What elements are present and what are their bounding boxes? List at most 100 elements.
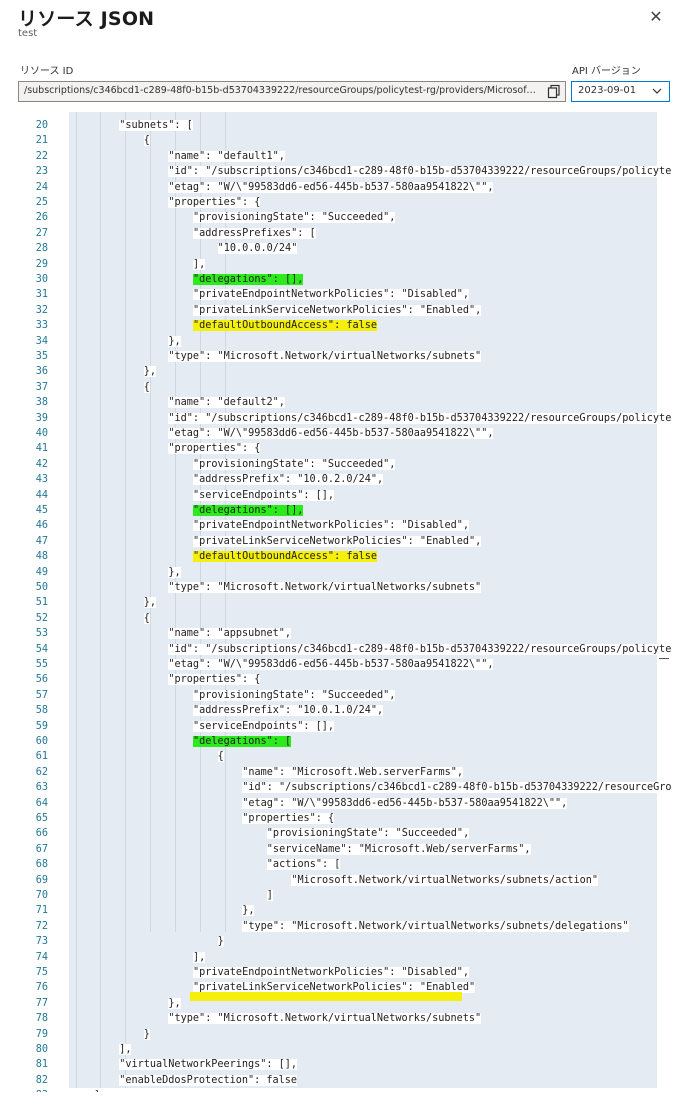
line-number: 53 (35, 628, 48, 640)
line-number: 23 (35, 166, 48, 178)
line-number: 65 (35, 813, 48, 824)
code-text: "provisioningState": "Succeeded", (193, 689, 396, 701)
line-number: 48 (35, 551, 48, 563)
code-text: "etag": "W/\"99583dd6-ed56-445b-b537-580… (168, 428, 494, 439)
code-text: "subnets": [ (119, 120, 193, 131)
editor-scrollbar[interactable] (657, 112, 667, 1088)
code-line: 51}, (0, 595, 657, 610)
code-line: 57 "provisioningState": "Succeeded", (0, 688, 657, 703)
line-number: 24 (35, 181, 48, 193)
copy-icon[interactable] (546, 84, 562, 99)
code-text: "virtualNetworkPeerings": [], (119, 1059, 298, 1071)
code-text: "privateLinkServiceNetworkPolicies": "En… (193, 304, 482, 316)
code-text: ], (193, 951, 206, 963)
code-line: 23 "id": "/subscriptions/c346bcd1-c289-48… (0, 164, 672, 179)
code-line: 42 "provisioningState": "Succeeded", (0, 457, 657, 472)
line-number: 44 (35, 489, 48, 501)
code-line: 80], (0, 1042, 657, 1057)
highlighted-code-text: "defaultOutboundAccess": false (193, 320, 378, 332)
code-text: { (143, 135, 150, 147)
line-number: 36 (35, 366, 48, 378)
code-line: 41 "properties": { (0, 441, 657, 456)
code-line: 83} (0, 1088, 657, 1092)
code-line: 28 "10.0.0.0/24" (0, 241, 657, 256)
json-editor[interactable]: 20 "subnets": [ 21 {22 "name": "default1", 23… (0, 112, 676, 1092)
code-text: "properties": { (242, 813, 335, 824)
close-button[interactable]: ✕ (645, 6, 667, 28)
code-text: "properties": { (168, 443, 261, 455)
line-number: 83 (0, 1088, 48, 1092)
code-line: 36}, (0, 364, 657, 379)
code-line: 72 "type": "Microsoft.Network/virtualNetw… (0, 919, 657, 934)
code-text: "id": "/subscriptions/c346bcd1-c289-48f0… (168, 643, 672, 655)
line-number: 72 (35, 920, 48, 932)
code-line: 58 "addressPrefix": "10.0.1.0/24", (0, 703, 657, 718)
line-number: 58 (35, 705, 48, 717)
code-line: 45 "delegations": [], (0, 503, 657, 518)
line-number: 63 (35, 782, 48, 794)
code-text: ], (119, 1044, 132, 1055)
code-line: 62 "name": "Microsoft.Web.serverFarms", (0, 765, 657, 780)
code-line: 69 "Microsoft.Network/virtualNetworks/sub… (0, 873, 657, 888)
line-number: 20 (35, 120, 48, 131)
code-line: 73} (0, 934, 657, 949)
code-text: "name": "default1", (168, 150, 285, 162)
code-line: 47 "privateLinkServiceNetworkPolicies": "… (0, 534, 657, 549)
resource-id-field[interactable]: /subscriptions/c346bcd1-c289-48f0-b15b-d… (18, 81, 566, 102)
code-text: "addressPrefix": "10.0.2.0/24", (193, 474, 384, 486)
line-number: 59 (35, 720, 48, 732)
code-line: 52 { (0, 611, 657, 626)
code-text: { (143, 381, 150, 393)
line-number: 62 (35, 766, 48, 778)
code-line: 82 "enableDdosProtection": false (0, 1073, 657, 1088)
code-line: 44 "serviceEndpoints": [], (0, 488, 657, 503)
line-number: 30 (35, 274, 48, 285)
chevron-down-icon (652, 88, 662, 94)
line-number: 34 (35, 335, 48, 347)
code-line: 68 "actions": [ (0, 857, 657, 872)
code-line: 59 "serviceEndpoints": [], (0, 719, 657, 734)
api-version-select[interactable]: 2023-09-01 (571, 81, 670, 102)
line-number: 77 (35, 997, 48, 1009)
code-line: 25 "properties": { (0, 195, 657, 210)
code-text: "provisioningState": "Succeeded", (193, 212, 396, 224)
code-text: "provisioningState": "Succeeded", (266, 828, 470, 840)
line-number: 25 (35, 197, 48, 208)
code-line: 32 "privateLinkServiceNetworkPolicies": "… (0, 303, 657, 318)
code-text: } (94, 1090, 101, 1092)
code-text: { (143, 612, 150, 624)
code-text: "privateEndpointNetworkPolicies": "Disab… (193, 967, 470, 978)
line-number: 42 (35, 458, 48, 470)
line-number: 78 (35, 1013, 48, 1025)
code-text: ], (193, 258, 206, 270)
code-text: "provisioningState": "Succeeded", (193, 458, 396, 470)
line-number: 69 (35, 874, 48, 886)
code-line: 78 "type": "Microsoft.Network/virtualNetw… (0, 1011, 657, 1026)
line-number: 28 (35, 243, 48, 255)
line-number: 66 (35, 828, 48, 840)
code-text: "properties": { (168, 197, 261, 208)
code-line: 64 "etag": "W/\"99583dd6-ed56-445b-b537-5… (0, 796, 657, 811)
highlighted-code-text: "delegations": [], (193, 274, 304, 285)
line-number: 70 (35, 890, 48, 901)
code-text: "name": "appsubnet", (168, 628, 292, 640)
code-line: 81 "virtualNetworkPeerings": [], (0, 1057, 657, 1072)
line-number: 49 (35, 566, 48, 578)
highlighted-code-text: "delegations": [], (193, 505, 304, 516)
line-number: 37 (35, 381, 48, 393)
line-number: 73 (35, 936, 48, 948)
code-line: 65 "properties": { (0, 811, 657, 826)
code-line: 56 "properties": { (0, 672, 657, 687)
line-number: 56 (35, 674, 48, 686)
code-text: "type": "Microsoft.Network/virtualNetwor… (168, 582, 482, 593)
highlight-marker (190, 991, 462, 1001)
line-number: 22 (35, 150, 48, 162)
code-text: "actions": [ (266, 859, 341, 871)
line-number: 60 (35, 736, 48, 747)
line-number: 21 (35, 135, 48, 147)
line-number: 55 (35, 659, 48, 670)
code-line: 43 "addressPrefix": "10.0.2.0/24", (0, 472, 657, 487)
line-number: 32 (35, 304, 48, 316)
scrollbar-marker (659, 658, 669, 659)
code-line: 38 "name": "default2", (0, 395, 657, 410)
